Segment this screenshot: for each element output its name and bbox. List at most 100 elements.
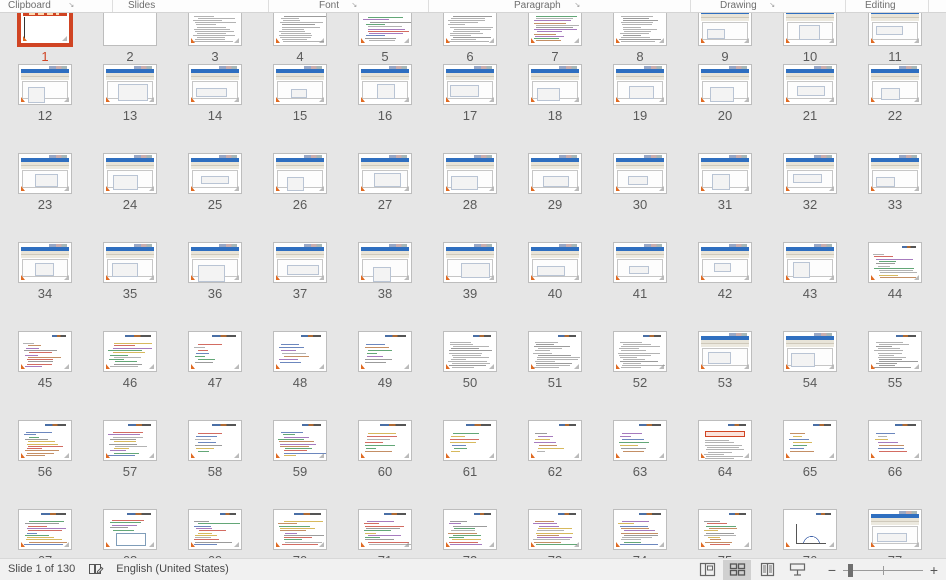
- slide-thumbnail-image[interactable]: [868, 509, 922, 550]
- slide-thumbnail-16[interactable]: 16: [342, 64, 428, 123]
- slide-thumbnail-31[interactable]: 31: [682, 153, 768, 212]
- slide-thumbnail-frame[interactable]: [18, 331, 72, 372]
- slide-thumbnail-10[interactable]: 10: [767, 13, 853, 64]
- slide-thumbnail-image[interactable]: [868, 242, 922, 283]
- zoom-in-button[interactable]: +: [928, 563, 940, 577]
- slide-thumbnail-frame[interactable]: [698, 420, 752, 461]
- slide-thumbnail-39[interactable]: 39: [427, 242, 513, 301]
- slide-thumbnail-59[interactable]: 59: [257, 420, 343, 479]
- slide-thumbnail-image[interactable]: [273, 331, 327, 372]
- slide-thumbnail-image[interactable]: [443, 153, 497, 194]
- slide-thumbnail-frame[interactable]: [188, 420, 242, 461]
- slide-thumbnail-frame[interactable]: [613, 64, 667, 105]
- slide-thumbnail-image[interactable]: [783, 331, 837, 372]
- slide-thumbnail-13[interactable]: 13: [87, 64, 173, 123]
- slide-thumbnail-22[interactable]: 22: [852, 64, 938, 123]
- slide-thumbnail-frame[interactable]: [528, 13, 582, 46]
- slide-thumbnail-frame[interactable]: [103, 242, 157, 283]
- slide-thumbnail-frame[interactable]: [18, 13, 72, 46]
- slide-sorter-view-button[interactable]: [723, 559, 751, 580]
- slide-thumbnail-32[interactable]: 32: [767, 153, 853, 212]
- slide-thumbnail-frame[interactable]: [783, 420, 837, 461]
- slide-thumbnail-image[interactable]: [528, 331, 582, 372]
- slide-thumbnail-frame[interactable]: [358, 420, 412, 461]
- slide-thumbnail-5[interactable]: 5: [342, 13, 428, 64]
- slide-thumbnail-image[interactable]: [528, 509, 582, 550]
- slide-thumbnail-35[interactable]: 35: [87, 242, 173, 301]
- slide-thumbnail-image[interactable]: [358, 242, 412, 283]
- slide-thumbnail-frame[interactable]: [443, 509, 497, 550]
- slide-thumbnail-frame[interactable]: [18, 64, 72, 105]
- slide-thumbnail-frame[interactable]: [358, 331, 412, 372]
- slide-thumbnail-image[interactable]: [613, 242, 667, 283]
- slide-thumbnail-frame[interactable]: [273, 13, 327, 46]
- slide-thumbnail-image[interactable]: [358, 64, 412, 105]
- slide-thumbnail-frame[interactable]: [698, 64, 752, 105]
- slide-thumbnail-29[interactable]: 29: [512, 153, 598, 212]
- dialog-launcher-paragraph-icon[interactable]: ↘: [574, 2, 580, 10]
- slide-thumbnail-image[interactable]: [103, 153, 157, 194]
- slide-thumbnail-57[interactable]: 57: [87, 420, 173, 479]
- zoom-control[interactable]: − +: [826, 563, 940, 577]
- slide-thumbnail-18[interactable]: 18: [512, 64, 598, 123]
- slide-thumbnail-40[interactable]: 40: [512, 242, 598, 301]
- slide-thumbnail-30[interactable]: 30: [597, 153, 683, 212]
- reading-view-button[interactable]: [753, 560, 781, 580]
- slide-thumbnail-frame[interactable]: [18, 420, 72, 461]
- slide-thumbnail-image[interactable]: [18, 153, 72, 194]
- slide-thumbnail-70[interactable]: 70: [257, 509, 343, 558]
- slide-thumbnail-frame[interactable]: [188, 13, 242, 46]
- slide-thumbnail-frame[interactable]: [528, 242, 582, 283]
- slide-thumbnail-6[interactable]: 6: [427, 13, 513, 64]
- slide-show-view-button[interactable]: [783, 560, 811, 580]
- slide-thumbnail-2[interactable]: 2: [87, 13, 173, 64]
- slide-thumbnail-14[interactable]: 14: [172, 64, 258, 123]
- slide-thumbnail-77[interactable]: 77: [852, 509, 938, 558]
- slide-thumbnail-image[interactable]: [188, 13, 242, 46]
- slide-thumbnail-frame[interactable]: [18, 153, 72, 194]
- slide-thumbnail-45[interactable]: 45: [2, 331, 88, 390]
- slide-thumbnail-image[interactable]: [273, 13, 327, 46]
- slide-thumbnail-37[interactable]: 37: [257, 242, 343, 301]
- slide-thumbnail-frame[interactable]: [443, 420, 497, 461]
- slide-thumbnail-55[interactable]: 55: [852, 331, 938, 390]
- slide-thumbnail-image[interactable]: [188, 509, 242, 550]
- slide-thumbnail-frame[interactable]: [528, 509, 582, 550]
- slide-thumbnail-image[interactable]: [783, 64, 837, 105]
- slide-thumbnail-frame[interactable]: [443, 64, 497, 105]
- slide-thumbnail-74[interactable]: 74: [597, 509, 683, 558]
- slide-thumbnail-image[interactable]: [18, 13, 72, 46]
- slide-thumbnail-frame[interactable]: [188, 153, 242, 194]
- slide-thumbnail-image[interactable]: [188, 420, 242, 461]
- normal-view-button[interactable]: [693, 560, 721, 580]
- slide-thumbnail-53[interactable]: 53: [682, 331, 768, 390]
- slide-thumbnail-frame[interactable]: [783, 331, 837, 372]
- slide-thumbnail-frame[interactable]: [103, 420, 157, 461]
- slide-thumbnail-60[interactable]: 60: [342, 420, 428, 479]
- slide-thumbnail-68[interactable]: 68: [87, 509, 173, 558]
- slide-thumbnail-64[interactable]: 64: [682, 420, 768, 479]
- slide-thumbnail-51[interactable]: 51: [512, 331, 598, 390]
- slide-thumbnail-frame[interactable]: [443, 153, 497, 194]
- slide-thumbnail-image[interactable]: [443, 331, 497, 372]
- slide-thumbnail-image[interactable]: [103, 13, 157, 46]
- slide-thumbnail-image[interactable]: [103, 242, 157, 283]
- slide-thumbnail-frame[interactable]: [868, 242, 922, 283]
- slide-thumbnail-41[interactable]: 41: [597, 242, 683, 301]
- slide-thumbnail-61[interactable]: 61: [427, 420, 513, 479]
- slide-thumbnail-image[interactable]: [443, 420, 497, 461]
- slide-thumbnail-9[interactable]: 9: [682, 13, 768, 64]
- slide-thumbnail-frame[interactable]: [698, 153, 752, 194]
- slide-thumbnail-56[interactable]: 56: [2, 420, 88, 479]
- slide-thumbnail-frame[interactable]: [528, 64, 582, 105]
- slide-thumbnail-image[interactable]: [188, 64, 242, 105]
- slide-thumbnail-frame[interactable]: [103, 509, 157, 550]
- slide-thumbnail-frame[interactable]: [613, 242, 667, 283]
- slide-thumbnail-image[interactable]: [783, 420, 837, 461]
- slide-thumbnail-image[interactable]: [613, 331, 667, 372]
- slide-thumbnail-image[interactable]: [528, 153, 582, 194]
- slide-thumbnail-image[interactable]: [868, 153, 922, 194]
- slide-thumbnail-frame[interactable]: [358, 509, 412, 550]
- slide-thumbnail-65[interactable]: 65: [767, 420, 853, 479]
- slide-thumbnail-75[interactable]: 75: [682, 509, 768, 558]
